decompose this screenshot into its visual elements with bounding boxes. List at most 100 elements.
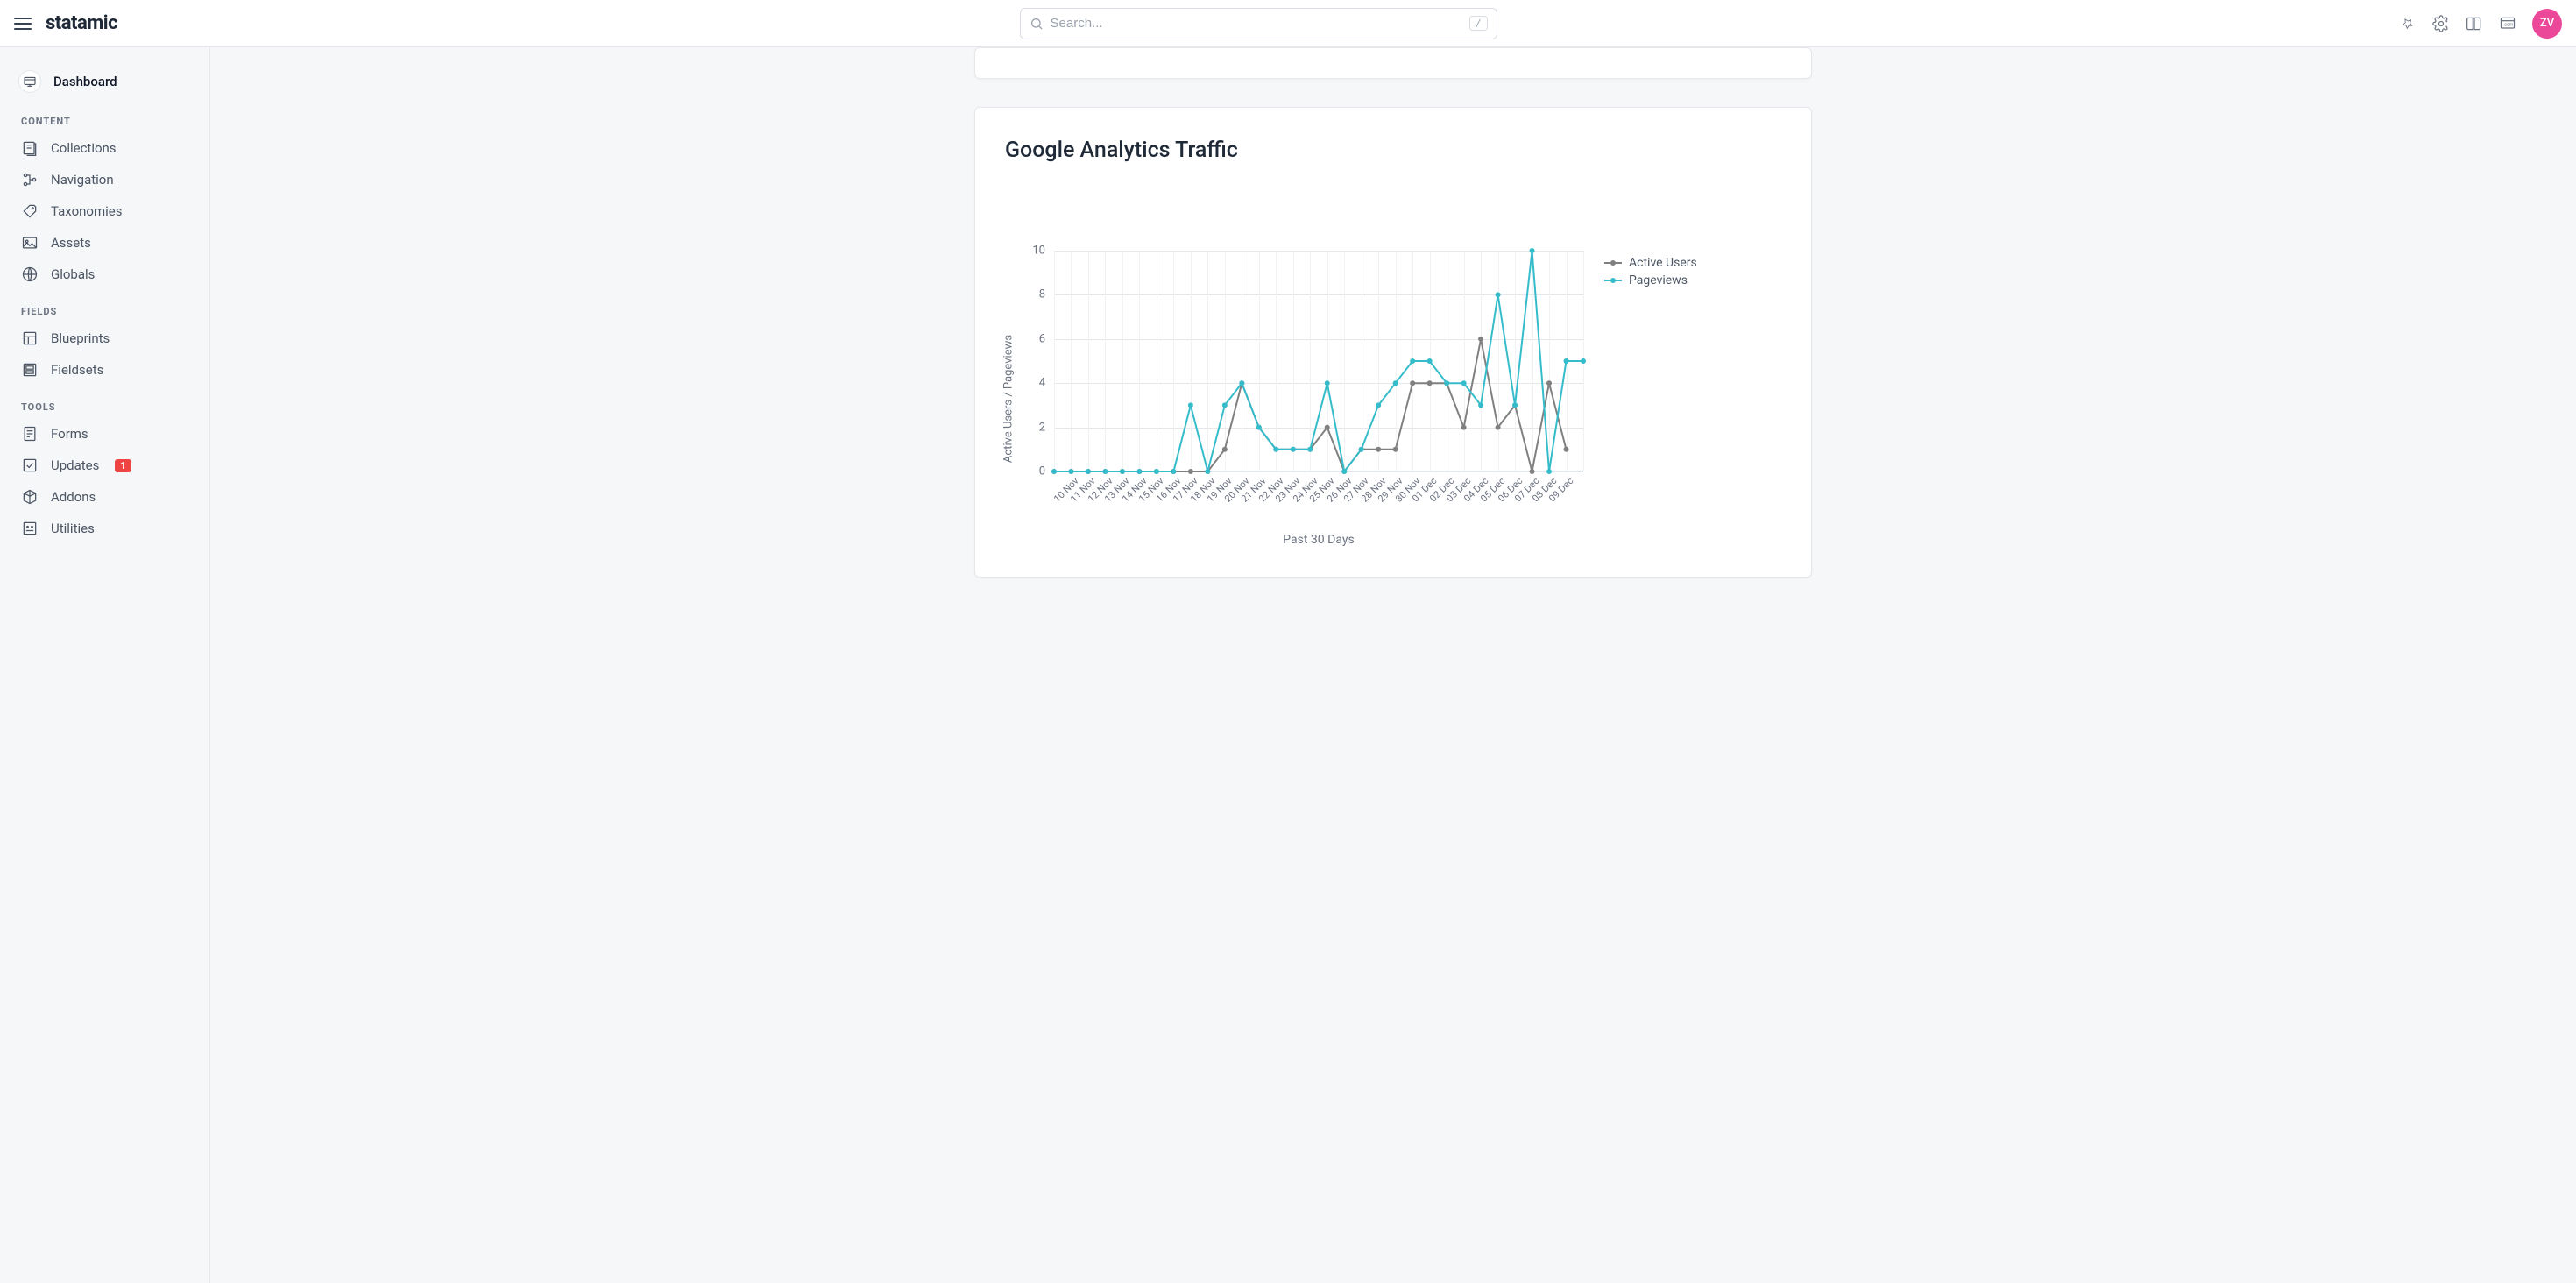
search-shortcut: / bbox=[1469, 16, 1488, 31]
updates-icon bbox=[21, 457, 39, 474]
addons-icon bbox=[21, 488, 39, 506]
sidebar-item-label: Fieldsets bbox=[51, 362, 103, 378]
sidebar-item-globals[interactable]: Globals bbox=[0, 259, 209, 290]
series-dot bbox=[1068, 469, 1073, 474]
assets-icon bbox=[21, 234, 39, 252]
series-dot bbox=[1376, 447, 1381, 452]
series-dot bbox=[1444, 380, 1449, 386]
site-icon[interactable]: .com bbox=[2499, 15, 2516, 32]
legend-item[interactable]: Active Users bbox=[1604, 256, 1697, 270]
series-dot bbox=[1564, 358, 1569, 364]
main-content: Google Analytics Traffic Active Users / … bbox=[210, 0, 2576, 604]
y-axis-label: Active Users / Pageviews bbox=[1002, 335, 1016, 463]
sidebar-item-label: Forms bbox=[51, 426, 88, 442]
series-dot bbox=[1478, 402, 1483, 408]
dashboard-icon bbox=[18, 70, 41, 93]
series-dot bbox=[1427, 380, 1433, 386]
series-dot bbox=[1188, 402, 1193, 408]
series-dot bbox=[1581, 358, 1586, 364]
sidebar-item-label: Blueprints bbox=[51, 330, 110, 346]
series-dot bbox=[1256, 425, 1262, 430]
series-dot bbox=[1325, 425, 1330, 430]
sidebar-item-fieldsets[interactable]: Fieldsets bbox=[0, 354, 209, 386]
svg-text:.com: .com bbox=[2503, 22, 2514, 27]
sidebar-item-label: Utilities bbox=[51, 521, 95, 536]
series-dot bbox=[1512, 402, 1518, 408]
sidebar-item-forms[interactable]: Forms bbox=[0, 418, 209, 450]
navigation-icon bbox=[21, 171, 39, 188]
sidebar-item-label: Taxonomies bbox=[51, 203, 122, 219]
topbar: statamic / .com ZV bbox=[0, 0, 2576, 47]
x-axis-label: Past 30 Days bbox=[1023, 533, 1583, 547]
series-dot bbox=[1359, 447, 1364, 452]
sidebar-item-assets[interactable]: Assets bbox=[0, 227, 209, 259]
sidebar-item-label: Addons bbox=[51, 489, 96, 505]
sidebar-item-label: Dashboard bbox=[53, 74, 117, 89]
sidebar-item-label: Updates bbox=[51, 457, 99, 473]
search-input[interactable] bbox=[1051, 16, 1469, 31]
nav-section-title: TOOLS bbox=[0, 386, 209, 418]
gear-icon[interactable] bbox=[2432, 15, 2450, 32]
book-icon[interactable] bbox=[2466, 15, 2483, 32]
series-dot bbox=[1461, 380, 1467, 386]
forms-icon bbox=[21, 425, 39, 443]
series-dot bbox=[1393, 380, 1398, 386]
legend-label: Active Users bbox=[1629, 256, 1697, 270]
nav-section-title: FIELDS bbox=[0, 290, 209, 323]
utilities-icon bbox=[21, 520, 39, 537]
series-dot bbox=[1325, 380, 1330, 386]
search-icon bbox=[1030, 17, 1044, 31]
sidebar: Dashboard CONTENT Collections Navigation Ta… bbox=[0, 47, 210, 1283]
logo[interactable]: statamic bbox=[46, 12, 117, 34]
sidebar-item-label: Collections bbox=[51, 140, 117, 156]
fieldsets-icon bbox=[21, 361, 39, 379]
sidebar-item-navigation[interactable]: Navigation bbox=[0, 164, 209, 195]
sidebar-item-updates[interactable]: Updates 1 bbox=[0, 450, 209, 481]
y-tick: 10 bbox=[1032, 245, 1045, 258]
series-dot bbox=[1120, 469, 1125, 474]
series-dot bbox=[1307, 447, 1313, 452]
sidebar-item-addons[interactable]: Addons bbox=[0, 481, 209, 513]
series-dot bbox=[1239, 380, 1244, 386]
search-box[interactable]: / bbox=[1020, 8, 1497, 39]
series-dot bbox=[1051, 469, 1057, 474]
series-dot bbox=[1564, 447, 1569, 452]
sidebar-item-label: Assets bbox=[51, 235, 91, 251]
y-tick: 8 bbox=[1039, 288, 1045, 301]
avatar[interactable]: ZV bbox=[2532, 9, 2562, 39]
nav-section-title: CONTENT bbox=[0, 100, 209, 132]
sidebar-item-dashboard[interactable]: Dashboard bbox=[0, 63, 209, 100]
series-dot bbox=[1496, 292, 1501, 297]
sidebar-item-collections[interactable]: Collections bbox=[0, 132, 209, 164]
legend-item[interactable]: Pageviews bbox=[1604, 273, 1697, 287]
series-dot bbox=[1461, 425, 1467, 430]
series-dot bbox=[1410, 380, 1415, 386]
y-tick: 6 bbox=[1039, 332, 1045, 345]
sidebar-item-utilities[interactable]: Utilities bbox=[0, 513, 209, 544]
sidebar-item-taxonomies[interactable]: Taxonomies bbox=[0, 195, 209, 227]
series-dot bbox=[1222, 402, 1228, 408]
series-dot bbox=[1291, 447, 1296, 452]
series-dot bbox=[1478, 337, 1483, 342]
legend-swatch bbox=[1604, 262, 1622, 264]
legend: Active Users Pageviews bbox=[1604, 251, 1697, 291]
badge: 1 bbox=[115, 459, 131, 472]
legend-swatch bbox=[1604, 280, 1622, 281]
pin-icon[interactable] bbox=[2399, 15, 2417, 32]
series-dot bbox=[1341, 469, 1347, 474]
series-dot bbox=[1376, 402, 1381, 408]
sidebar-item-label: Globals bbox=[51, 266, 95, 282]
series-dot bbox=[1427, 358, 1433, 364]
blueprints-icon bbox=[21, 330, 39, 347]
y-tick: 2 bbox=[1039, 421, 1045, 434]
collections-icon bbox=[21, 139, 39, 157]
legend-label: Pageviews bbox=[1629, 273, 1688, 287]
series-dot bbox=[1222, 447, 1228, 452]
menu-toggle[interactable] bbox=[14, 18, 32, 30]
sidebar-item-blueprints[interactable]: Blueprints bbox=[0, 323, 209, 354]
series-dot bbox=[1546, 469, 1552, 474]
chart: Active Users / Pageviews 024681010 Nov11… bbox=[1023, 251, 1583, 547]
series-dot bbox=[1546, 380, 1552, 386]
card-peek bbox=[974, 47, 1812, 79]
series-dot bbox=[1136, 469, 1142, 474]
